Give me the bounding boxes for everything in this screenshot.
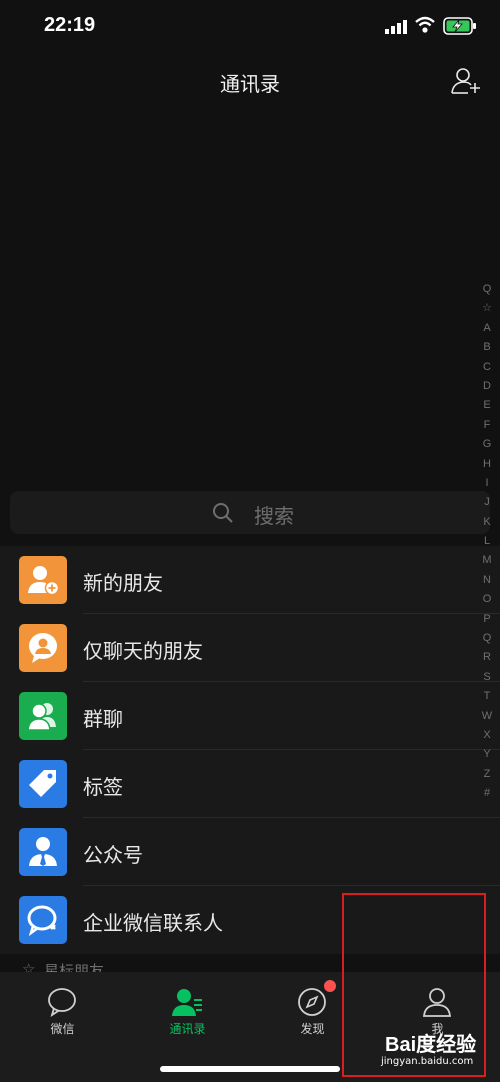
home-indicator xyxy=(160,1066,340,1072)
index-letter[interactable]: Q xyxy=(478,280,496,299)
index-letter[interactable]: Z xyxy=(478,765,496,784)
index-letter[interactable]: E xyxy=(478,396,496,415)
search-bar[interactable]: 搜索 xyxy=(10,491,490,534)
contacts-icon xyxy=(172,989,202,1016)
tab-contacts[interactable]: 通讯录 xyxy=(125,972,250,1052)
menu-item-chat-only-friends[interactable]: 仅聊天的朋友 xyxy=(0,614,500,682)
tab-label: 微信 xyxy=(50,1022,75,1036)
search-icon xyxy=(213,503,233,523)
index-letter[interactable]: N xyxy=(478,571,496,590)
menu-item-new-friends[interactable]: 新的朋友 xyxy=(0,546,500,614)
tab-label: 通讯录 xyxy=(169,1022,206,1036)
status-time: 22:19 xyxy=(44,14,96,36)
add-friend-icon[interactable] xyxy=(451,66,481,96)
index-letter[interactable]: T xyxy=(478,687,496,706)
index-letter[interactable]: G xyxy=(478,435,496,454)
battery-charging-icon xyxy=(443,17,476,35)
index-letter[interactable]: Q xyxy=(478,629,496,648)
menu-label: 企业微信联系人 xyxy=(83,911,223,935)
discover-notification-badge xyxy=(324,980,336,992)
watermark-url: jingyan.baidu.com xyxy=(381,1056,474,1067)
chat-only-friend-icon xyxy=(19,624,67,672)
index-letter[interactable]: D xyxy=(478,377,496,396)
status-bar: 22:19 xyxy=(0,0,500,54)
index-letter[interactable]: O xyxy=(478,590,496,609)
index-letter[interactable]: K xyxy=(478,513,496,532)
menu-label: 公众号 xyxy=(83,843,143,867)
index-letter[interactable]: P xyxy=(478,610,496,629)
search-placeholder: 搜索 xyxy=(254,504,294,528)
wecom-contact-icon xyxy=(19,896,67,944)
wifi-icon xyxy=(415,16,435,33)
index-letter[interactable]: L xyxy=(478,532,496,551)
menu-label: 新的朋友 xyxy=(83,571,163,595)
index-letter[interactable]: S xyxy=(478,668,496,687)
index-letter[interactable]: H xyxy=(478,455,496,474)
cellular-signal-icon xyxy=(385,20,407,34)
index-letter[interactable]: R xyxy=(478,648,496,667)
empty-area xyxy=(0,108,500,490)
index-letter[interactable]: F xyxy=(478,416,496,435)
official-account-icon xyxy=(19,828,67,876)
index-letter[interactable]: X xyxy=(478,726,496,745)
chat-icon xyxy=(48,988,76,1018)
index-letter[interactable]: A xyxy=(478,319,496,338)
index-letter[interactable]: W xyxy=(478,707,496,726)
index-letter[interactable]: B xyxy=(478,338,496,357)
index-letter[interactable]: ☆ xyxy=(478,299,496,318)
navigation-bar: 通讯录 xyxy=(0,54,500,108)
watermark: Bai度经验 jingyan.baidu.com xyxy=(381,1024,481,1074)
alphabet-index[interactable]: Q ☆ A B C D E F G H I J K L M N O P Q R … xyxy=(478,280,496,804)
index-letter[interactable]: M xyxy=(478,551,496,570)
new-friend-icon xyxy=(19,556,67,604)
menu-label: 仅聊天的朋友 xyxy=(83,639,203,663)
tag-icon xyxy=(19,760,67,808)
index-letter[interactable]: I xyxy=(478,474,496,493)
group-chat-icon xyxy=(19,692,67,740)
watermark-logo: Bai度经验 xyxy=(385,1034,477,1056)
menu-label: 群聊 xyxy=(83,707,123,731)
menu-item-group-chats[interactable]: 群聊 xyxy=(0,682,500,750)
menu-item-official-accounts[interactable]: 公众号 xyxy=(0,818,500,886)
tab-chats[interactable]: 微信 xyxy=(0,972,125,1052)
menu-label: 标签 xyxy=(83,775,123,799)
index-letter[interactable]: # xyxy=(478,784,496,803)
index-letter[interactable]: C xyxy=(478,358,496,377)
menu-item-tags[interactable]: 标签 xyxy=(0,750,500,818)
discover-icon xyxy=(298,988,326,1016)
index-letter[interactable]: J xyxy=(478,493,496,512)
page-title: 通讯录 xyxy=(220,72,280,96)
index-letter[interactable]: Y xyxy=(478,745,496,764)
